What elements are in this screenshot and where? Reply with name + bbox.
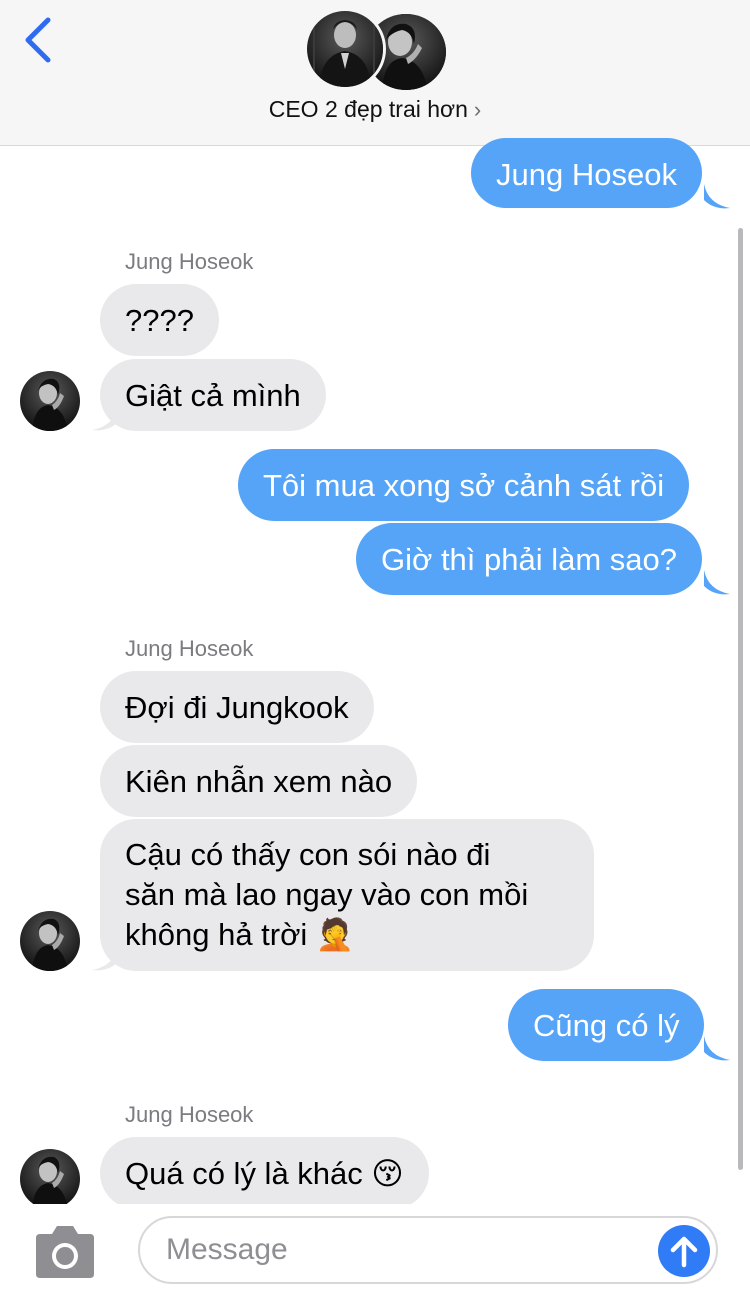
incoming-message[interactable]: ???? (100, 284, 219, 356)
message-text: Đợi đi Jungkook (125, 690, 349, 725)
outgoing-message[interactable]: Jung Hoseok (471, 138, 702, 208)
incoming-message[interactable]: Giật cả mình (100, 359, 326, 431)
outgoing-message[interactable]: Giờ thì phải làm sao? (356, 523, 703, 595)
group-avatars[interactable] (304, 8, 448, 90)
message-text: Jung Hoseok (496, 157, 677, 192)
contact-avatar[interactable] (20, 911, 80, 971)
message-text: Quá có lý là khác 😚 (125, 1156, 404, 1191)
incoming-message[interactable]: Quá có lý là khác 😚 (100, 1137, 429, 1209)
message-line: không hả trời 🤦 (125, 917, 355, 952)
bubble-tail (704, 1036, 730, 1061)
bubble-tail (92, 406, 118, 431)
message-text: Kiên nhẫn xem nào (125, 764, 393, 799)
bubble-tail (704, 570, 730, 595)
message-field[interactable] (138, 1216, 718, 1284)
incoming-message[interactable]: Đợi đi Jungkook (100, 671, 374, 743)
message-text: ???? (125, 303, 194, 338)
chevron-left-icon (25, 17, 51, 63)
camera-icon (36, 1226, 94, 1278)
conversation-header: CEO 2 đẹp trai hơn › (0, 0, 750, 146)
message-text: Cũng có lý (533, 1008, 680, 1043)
incoming-message[interactable]: Cậu có thấy con sói nào đi săn mà lao ng… (100, 819, 594, 971)
scrollbar[interactable] (738, 228, 743, 1170)
sender-name: Jung Hoseok (125, 249, 254, 274)
sender-name: Jung Hoseok (125, 636, 254, 661)
send-button[interactable] (658, 1225, 710, 1277)
incoming-message[interactable]: Kiên nhẫn xem nào (100, 745, 418, 817)
bubble-tail (704, 184, 730, 209)
bubble-tail (92, 946, 118, 971)
conversation-title-text: CEO 2 đẹp trai hơn (268, 96, 468, 122)
message-text: Giờ thì phải làm sao? (381, 542, 678, 577)
conversation-title[interactable]: CEO 2 đẹp trai hơn › (0, 96, 750, 123)
message-text: Tôi mua xong sở cảnh sát rồi (263, 468, 665, 503)
message-composer (0, 1204, 750, 1294)
message-line: Cậu có thấy con sói nào đi (125, 837, 491, 872)
contact-avatar[interactable] (20, 371, 80, 431)
message-text: Giật cả mình (125, 378, 301, 413)
contact-avatar[interactable] (20, 1149, 80, 1209)
avatar (304, 8, 386, 90)
camera-button[interactable] (32, 1224, 98, 1280)
message-line: săn mà lao ngay vào con mồi (125, 877, 529, 912)
chevron-right-icon: › (473, 97, 482, 122)
outgoing-message[interactable]: Tôi mua xong sở cảnh sát rồi (238, 449, 690, 521)
send-arrow-up-icon (670, 1236, 698, 1268)
outgoing-message[interactable]: Cũng có lý (508, 989, 705, 1061)
sender-name: Jung Hoseok (125, 1102, 254, 1127)
message-input[interactable] (166, 1228, 646, 1272)
back-button[interactable] (18, 14, 62, 66)
